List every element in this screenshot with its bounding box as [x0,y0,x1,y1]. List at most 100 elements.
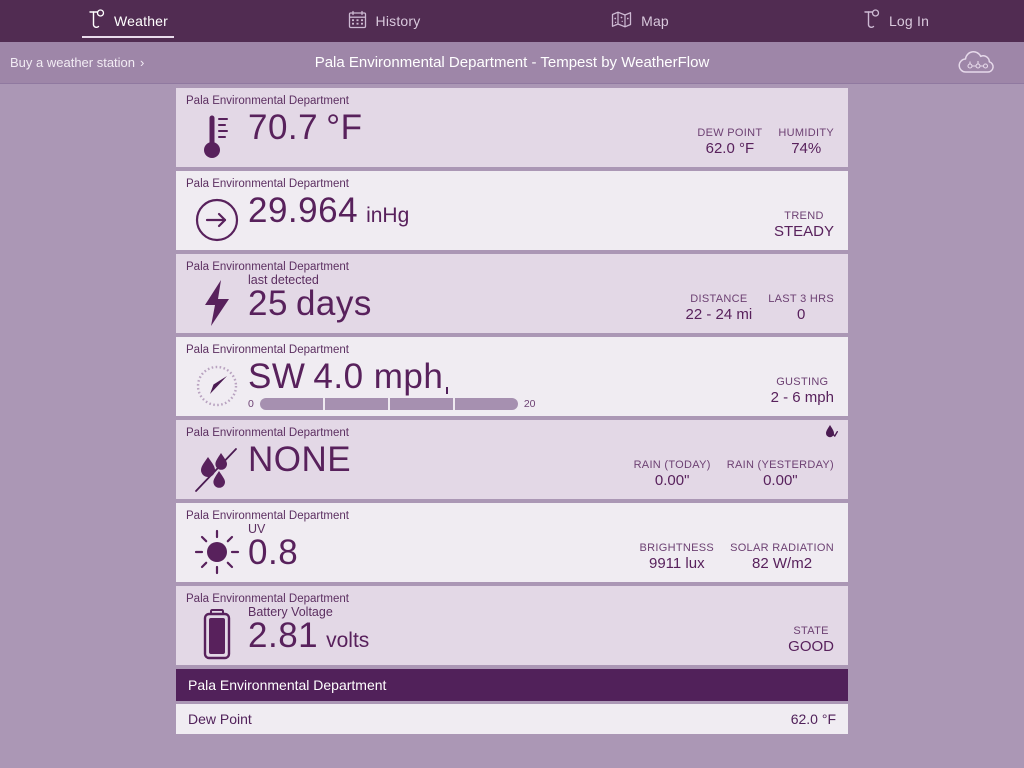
wind-gauge: 0 20 [248,398,536,410]
table-row-label: Dew Point [188,711,252,727]
pressure-value: 29.964 [248,191,359,230]
stat-value: GOOD [788,638,834,655]
nav-item-label: Weather [113,13,169,29]
lightning-unit: days [295,284,372,323]
stat-label: TREND [784,210,824,222]
rain-value: NONE [248,440,352,479]
tempest-logo-icon [88,8,105,34]
chevron-right-icon: › [140,55,145,70]
temperature-value: 70.7 [248,108,319,147]
pressure-stats: TREND STEADY [774,210,834,240]
temperature-stats: DEW POINT 62.0 °F HUMIDITY 74% [697,127,834,157]
stat-label: RAIN (TODAY) [633,459,711,471]
nav-item-map[interactable]: Map [512,0,768,42]
battery-icon [186,606,248,664]
stat-label: BRIGHTNESS [639,542,715,554]
gauge-segment [455,398,518,410]
stat-label: GUSTING [776,376,829,388]
detail-table-header: Pala Environmental Department [176,669,848,701]
dashboard-content: Pala Environmental Department 70.7 °F DE… [0,84,1024,768]
battery-unit: volts [326,629,370,652]
rain-check-icon[interactable] [824,424,838,445]
stat-label: RAIN (YESTERDAY) [726,459,834,471]
uv-value: 0.8 [248,533,299,572]
tempest-logo-icon [863,8,880,34]
lightning-stats: DISTANCE 22 - 24 mi LAST 3 HRS 0 [686,293,834,323]
lightning-readout: last detected 25 days [248,274,372,324]
stat-label: HUMIDITY [778,127,834,139]
weather-card-temperature[interactable]: Pala Environmental Department 70.7 °F DE… [176,88,848,167]
stat-dew-point: DEW POINT 62.0 °F [697,127,762,157]
weather-card-lightning[interactable]: Pala Environmental Department last detec… [176,254,848,333]
weather-card-column: Pala Environmental Department 70.7 °F DE… [176,88,848,734]
wind-stats: GUSTING 2 - 6 mph [771,376,834,406]
stat-state: STATE GOOD [788,625,834,655]
nav-item-weather[interactable]: Weather [0,0,256,42]
stat-value: 0.00" [654,472,690,489]
stat-value: 82 W/m2 [752,555,813,572]
stat-value: 2 - 6 mph [770,389,834,406]
gauge-segment [260,398,325,410]
weather-card-rain[interactable]: Pala Environmental Department NONE RAIN … [176,420,848,499]
calendar-icon [348,10,367,32]
battery-value: 2.81 [248,616,319,655]
pressure-arrow-icon [186,191,248,249]
table-row-value: 62.0 °F [790,711,836,727]
stat-value: 0 [796,306,806,323]
buy-weather-station-link[interactable]: Buy a weather station › [10,55,144,70]
weather-card-pressure[interactable]: Pala Environmental Department 29.964 inH… [176,171,848,250]
gauge-track [259,398,518,410]
rain-readout: NONE [248,440,351,480]
thermometer-icon [186,108,248,166]
card-station-name: Pala Environmental Department [186,427,349,439]
stat-gusting: GUSTING 2 - 6 mph [771,376,834,406]
gauge-segment [325,398,390,410]
stat-solar-radiation: SOLAR RADIATION 82 W/m2 [730,542,834,572]
rain-stats: RAIN (TODAY) 0.00" RAIN (YESTERDAY) 0.00… [634,459,834,489]
active-tab-underline [82,36,174,38]
nav-item-label: History [375,13,421,29]
card-station-name: Pala Environmental Department [186,344,349,356]
nav-item-login[interactable]: Log In [768,0,1024,42]
weather-card-wind[interactable]: Pala Environmental Department SW 4.0 mph… [176,337,848,416]
battery-readout: Battery Voltage 2.81 volts [248,606,369,656]
nav-item-label: Log In [888,13,930,29]
top-navigation: Weather History Map Log In [0,0,1024,42]
stat-value: 9911 lux [649,555,705,572]
pressure-readout: 29.964 inHg [248,191,409,231]
stat-value: 74% [791,140,822,157]
stat-value: 0.00" [763,472,798,489]
stat-humidity: HUMIDITY 74% [778,127,834,157]
stat-value: STEADY [773,223,834,240]
lightning-value: 25 [248,284,288,323]
stat-label: STATE [793,625,829,637]
pressure-unit: inHg [366,204,410,227]
card-station-name: Pala Environmental Department [186,510,349,522]
weather-card-battery[interactable]: Pala Environmental Department Battery Vo… [176,586,848,665]
card-station-name: Pala Environmental Department [186,178,349,190]
map-icon [611,10,632,32]
uv-stats: BRIGHTNESS 9911 lux SOLAR RADIATION 82 W… [640,542,834,572]
stat-label: SOLAR RADIATION [730,542,834,554]
stat-label: DEW POINT [697,127,763,139]
weatherflow-cloud-logo [958,50,996,76]
table-row[interactable]: Dew Point 62.0 °F [176,704,848,734]
stat-rain-today: RAIN (TODAY) 0.00" [634,459,711,489]
temperature-readout: 70.7 °F [248,108,363,148]
stat-label: DISTANCE [690,293,748,305]
page-title: Pala Environmental Department - Tempest … [314,54,710,71]
card-station-name: Pala Environmental Department [186,95,349,107]
stat-brightness: BRIGHTNESS 9911 lux [640,542,715,572]
nav-item-label: Map [641,13,669,29]
wind-speed: 4.0 mph [313,357,444,396]
wind-compass-icon [186,357,248,415]
card-station-name: Pala Environmental Department [186,261,349,273]
raindrops-icon [186,440,248,498]
battery-stats: STATE GOOD [788,625,834,655]
nav-item-history[interactable]: History [256,0,512,42]
weather-card-uv[interactable]: Pala Environmental Department UV 0.8 BRI… [176,503,848,582]
stat-distance: DISTANCE 22 - 24 mi [686,293,753,323]
station-subheader: Buy a weather station › Pala Environment… [0,42,1024,84]
stat-value: 62.0 °F [705,140,755,157]
stat-label: LAST 3 HRS [768,293,834,305]
